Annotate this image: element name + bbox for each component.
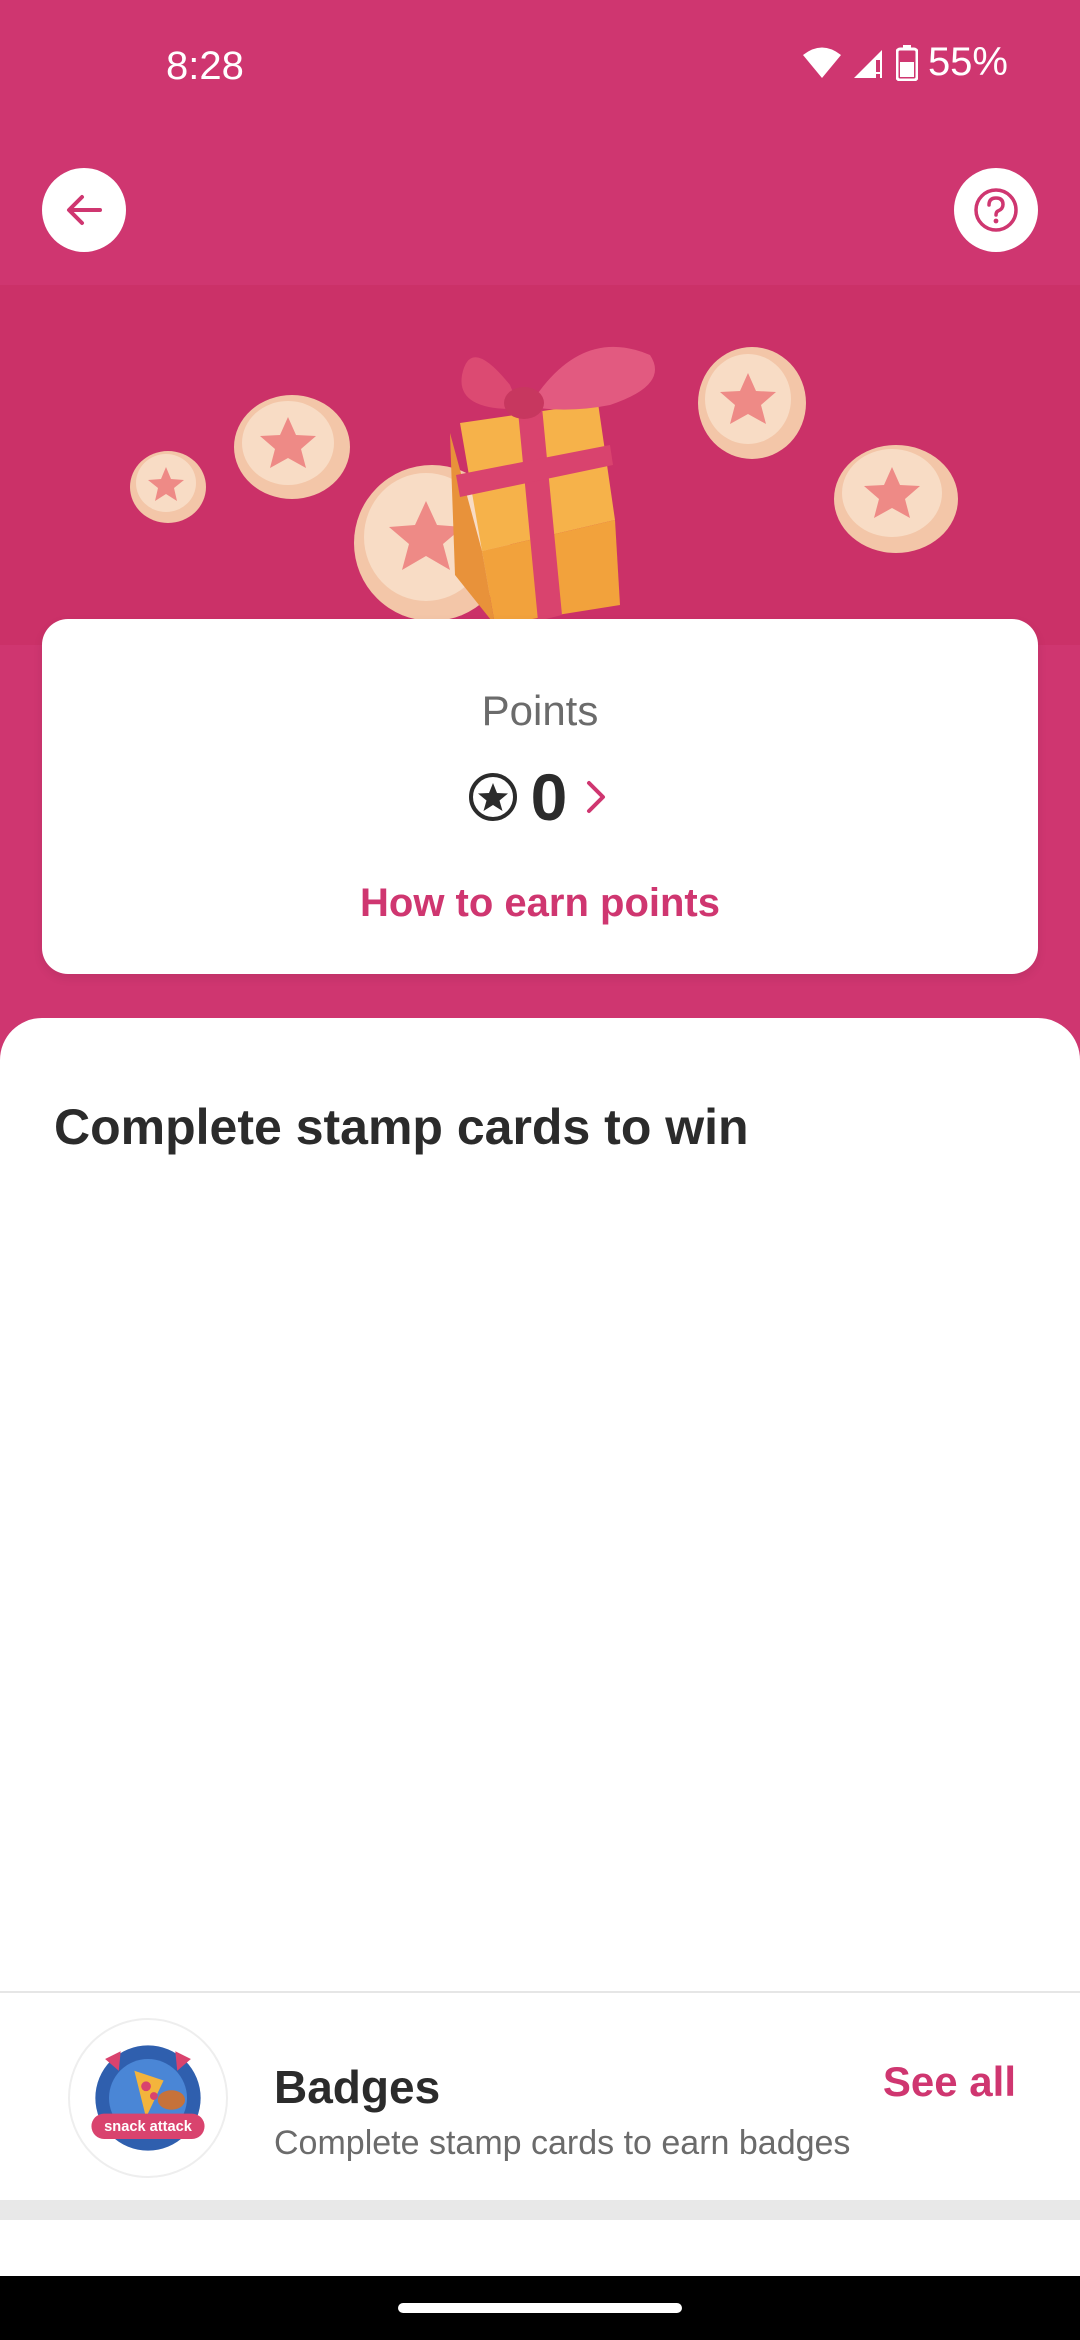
badge-label: snack attack <box>104 2119 193 2135</box>
back-button[interactable] <box>42 168 126 252</box>
how-to-earn-points-link[interactable]: How to earn points <box>42 881 1038 926</box>
points-card: Points 0 How to earn points <box>42 619 1038 974</box>
gesture-handle[interactable] <box>398 2303 682 2313</box>
points-value: 0 <box>530 760 568 834</box>
star-circle-icon <box>468 773 517 821</box>
points-label: Points <box>481 687 599 734</box>
status-icons: 55% <box>802 40 1008 85</box>
see-all-badges-link[interactable]: See all <box>883 2058 1016 2106</box>
snack-attack-badge[interactable]: snack attack <box>68 2018 228 2178</box>
arrow-left-icon <box>67 195 102 225</box>
battery-percent: 55% <box>927 40 1008 84</box>
cell-signal-icon <box>853 49 882 78</box>
status-bar: 8:28 55% <box>0 0 1080 140</box>
wifi-icon <box>802 47 841 78</box>
battery-icon <box>895 44 918 81</box>
gift-icon <box>450 346 655 625</box>
status-time: 8:28 <box>166 44 244 88</box>
coin-icon <box>698 347 806 459</box>
help-button[interactable] <box>954 168 1038 252</box>
section-separator <box>0 2200 1080 2220</box>
gift-coins-illustration <box>130 346 958 625</box>
badges-subtitle: Complete stamp cards to earn badges <box>274 2124 851 2162</box>
points-summary[interactable]: 0 <box>42 759 1038 835</box>
divider <box>0 1991 1080 1993</box>
chevron-right-icon <box>587 781 606 813</box>
coin-icon <box>234 395 350 499</box>
coin-icon <box>834 445 958 553</box>
stamp-cards-title: Complete stamp cards to win <box>54 1099 749 1155</box>
question-circle-icon <box>974 188 1018 232</box>
coin-icon <box>130 451 206 523</box>
badges-title: Badges <box>274 2061 441 2113</box>
